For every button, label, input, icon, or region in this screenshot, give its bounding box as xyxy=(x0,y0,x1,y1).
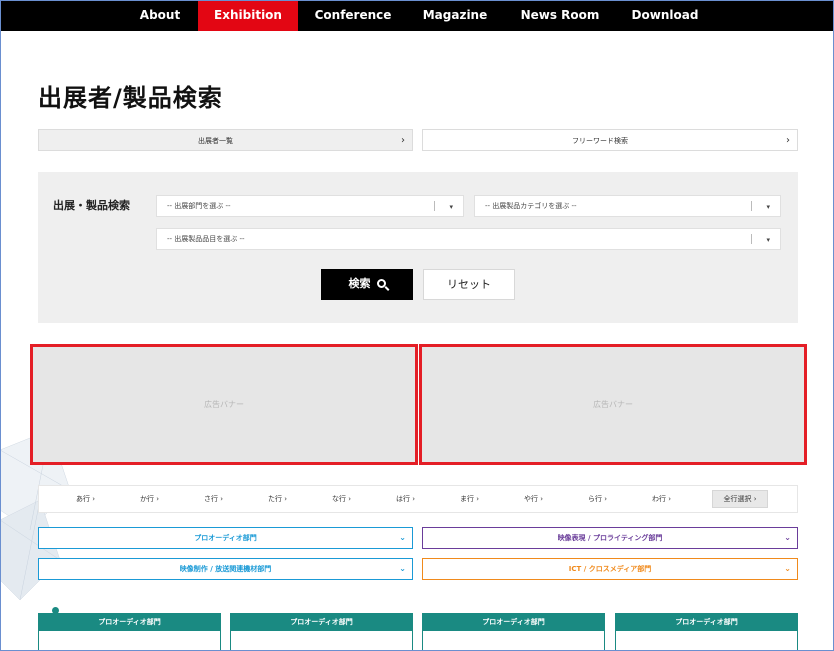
kana-ya[interactable]: や行 › xyxy=(524,486,543,512)
category-label: 映像制作 / 放送関連機材部門 xyxy=(179,565,272,573)
item-select-value: -- 出展製品品目を選ぶ -- xyxy=(167,235,245,243)
category-video-broadcast[interactable]: 映像制作 / 放送関連機材部門 ⌄ xyxy=(38,558,413,580)
kana-ta[interactable]: た行 › xyxy=(268,486,287,512)
search-button[interactable]: 検索 xyxy=(321,269,413,300)
select-divider xyxy=(751,234,752,244)
kana-select-all-button[interactable]: 全行選択 › xyxy=(712,490,768,508)
item-select[interactable]: -- 出展製品品目を選ぶ -- ▾ xyxy=(156,228,781,250)
card-category-label: プロオーディオ部門 xyxy=(423,614,604,631)
nav-conference[interactable]: Conference xyxy=(310,0,396,31)
ad-banner-left[interactable]: 広告バナー xyxy=(30,344,418,465)
category-visual-lighting[interactable]: 映像表現 / プロライティング部門 ⌄ xyxy=(422,527,798,549)
top-nav: About Exhibition Conference Magazine New… xyxy=(0,0,834,31)
kana-ra[interactable]: ら行 › xyxy=(588,486,607,512)
chevron-down-icon: ⌄ xyxy=(784,564,791,573)
nav-about[interactable]: About xyxy=(130,0,190,31)
chevron-right-icon: › xyxy=(401,135,405,146)
ad-banner-label: 広告バナー xyxy=(204,399,244,409)
caret-down-icon: ▾ xyxy=(449,203,453,211)
nav-download[interactable]: Download xyxy=(625,0,705,31)
category-label: ICT / クロスメディア部門 xyxy=(568,565,652,573)
kana-na[interactable]: な行 › xyxy=(332,486,351,512)
chevron-down-icon: ⌄ xyxy=(784,533,791,542)
search-panel: 出展・製品検索 -- 出展部門を選ぶ -- ▾ -- 出展製品カテゴリを選ぶ -… xyxy=(38,172,798,323)
ad-banner-right[interactable]: 広告バナー xyxy=(419,344,807,465)
exhibitor-card[interactable]: プロオーディオ部門 xyxy=(422,613,605,651)
chevron-right-icon: › xyxy=(786,135,790,146)
chevron-down-icon: ⌄ xyxy=(399,533,406,542)
search-icon xyxy=(376,279,386,288)
exhibitor-card[interactable]: プロオーディオ部門 xyxy=(230,613,413,651)
nav-exhibition[interactable]: Exhibition xyxy=(198,0,298,31)
kana-ma[interactable]: ま行 › xyxy=(460,486,479,512)
caret-down-icon: ▾ xyxy=(766,203,770,211)
select-divider xyxy=(751,201,752,211)
nav-news-room[interactable]: News Room xyxy=(515,0,605,31)
search-button-label: 検索 xyxy=(348,278,371,290)
caret-down-icon: ▾ xyxy=(766,236,770,244)
search-label: 出展・製品検索 xyxy=(53,199,130,212)
category-label: 映像表現 / プロライティング部門 xyxy=(557,534,663,542)
kana-sa[interactable]: さ行 › xyxy=(204,486,223,512)
division-select[interactable]: -- 出展部門を選ぶ -- ▾ xyxy=(156,195,464,217)
category-select-value: -- 出展製品カテゴリを選ぶ -- xyxy=(485,202,577,210)
exhibitor-card[interactable]: プロオーディオ部門 xyxy=(615,613,798,651)
division-select-value: -- 出展部門を選ぶ -- xyxy=(167,202,231,210)
ad-banner-label: 広告バナー xyxy=(593,399,633,409)
kana-wa[interactable]: わ行 › xyxy=(652,486,671,512)
category-select[interactable]: -- 出展製品カテゴリを選ぶ -- ▾ xyxy=(474,195,781,217)
select-divider xyxy=(434,201,435,211)
freeword-search-link[interactable]: フリーワード検索 › xyxy=(422,129,798,151)
freeword-search-label: フリーワード検索 xyxy=(572,137,628,145)
page-title: 出展者/製品検索 xyxy=(38,84,223,112)
card-category-label: プロオーディオ部門 xyxy=(39,614,220,631)
card-category-label: プロオーディオ部門 xyxy=(616,614,797,631)
exhibitor-list-label: 出展者一覧 xyxy=(198,137,233,145)
exhibitor-card[interactable]: プロオーディオ部門 xyxy=(38,613,221,651)
category-pro-audio[interactable]: プロオーディオ部門 ⌄ xyxy=(38,527,413,549)
category-label: プロオーディオ部門 xyxy=(194,534,257,542)
kana-a[interactable]: あ行 › xyxy=(76,486,95,512)
card-category-label: プロオーディオ部門 xyxy=(231,614,412,631)
chevron-down-icon: ⌄ xyxy=(399,564,406,573)
category-ict-crossmedia[interactable]: ICT / クロスメディア部門 ⌄ xyxy=(422,558,798,580)
nav-magazine[interactable]: Magazine xyxy=(415,0,495,31)
reset-button[interactable]: リセット xyxy=(423,269,515,300)
exhibitor-list-link[interactable]: 出展者一覧 › xyxy=(38,129,413,151)
kana-ha[interactable]: は行 › xyxy=(396,486,415,512)
kana-ka[interactable]: か行 › xyxy=(140,486,159,512)
kana-filter-bar: あ行 › か行 › さ行 › た行 › な行 › は行 › ま行 › や行 › … xyxy=(38,485,798,513)
